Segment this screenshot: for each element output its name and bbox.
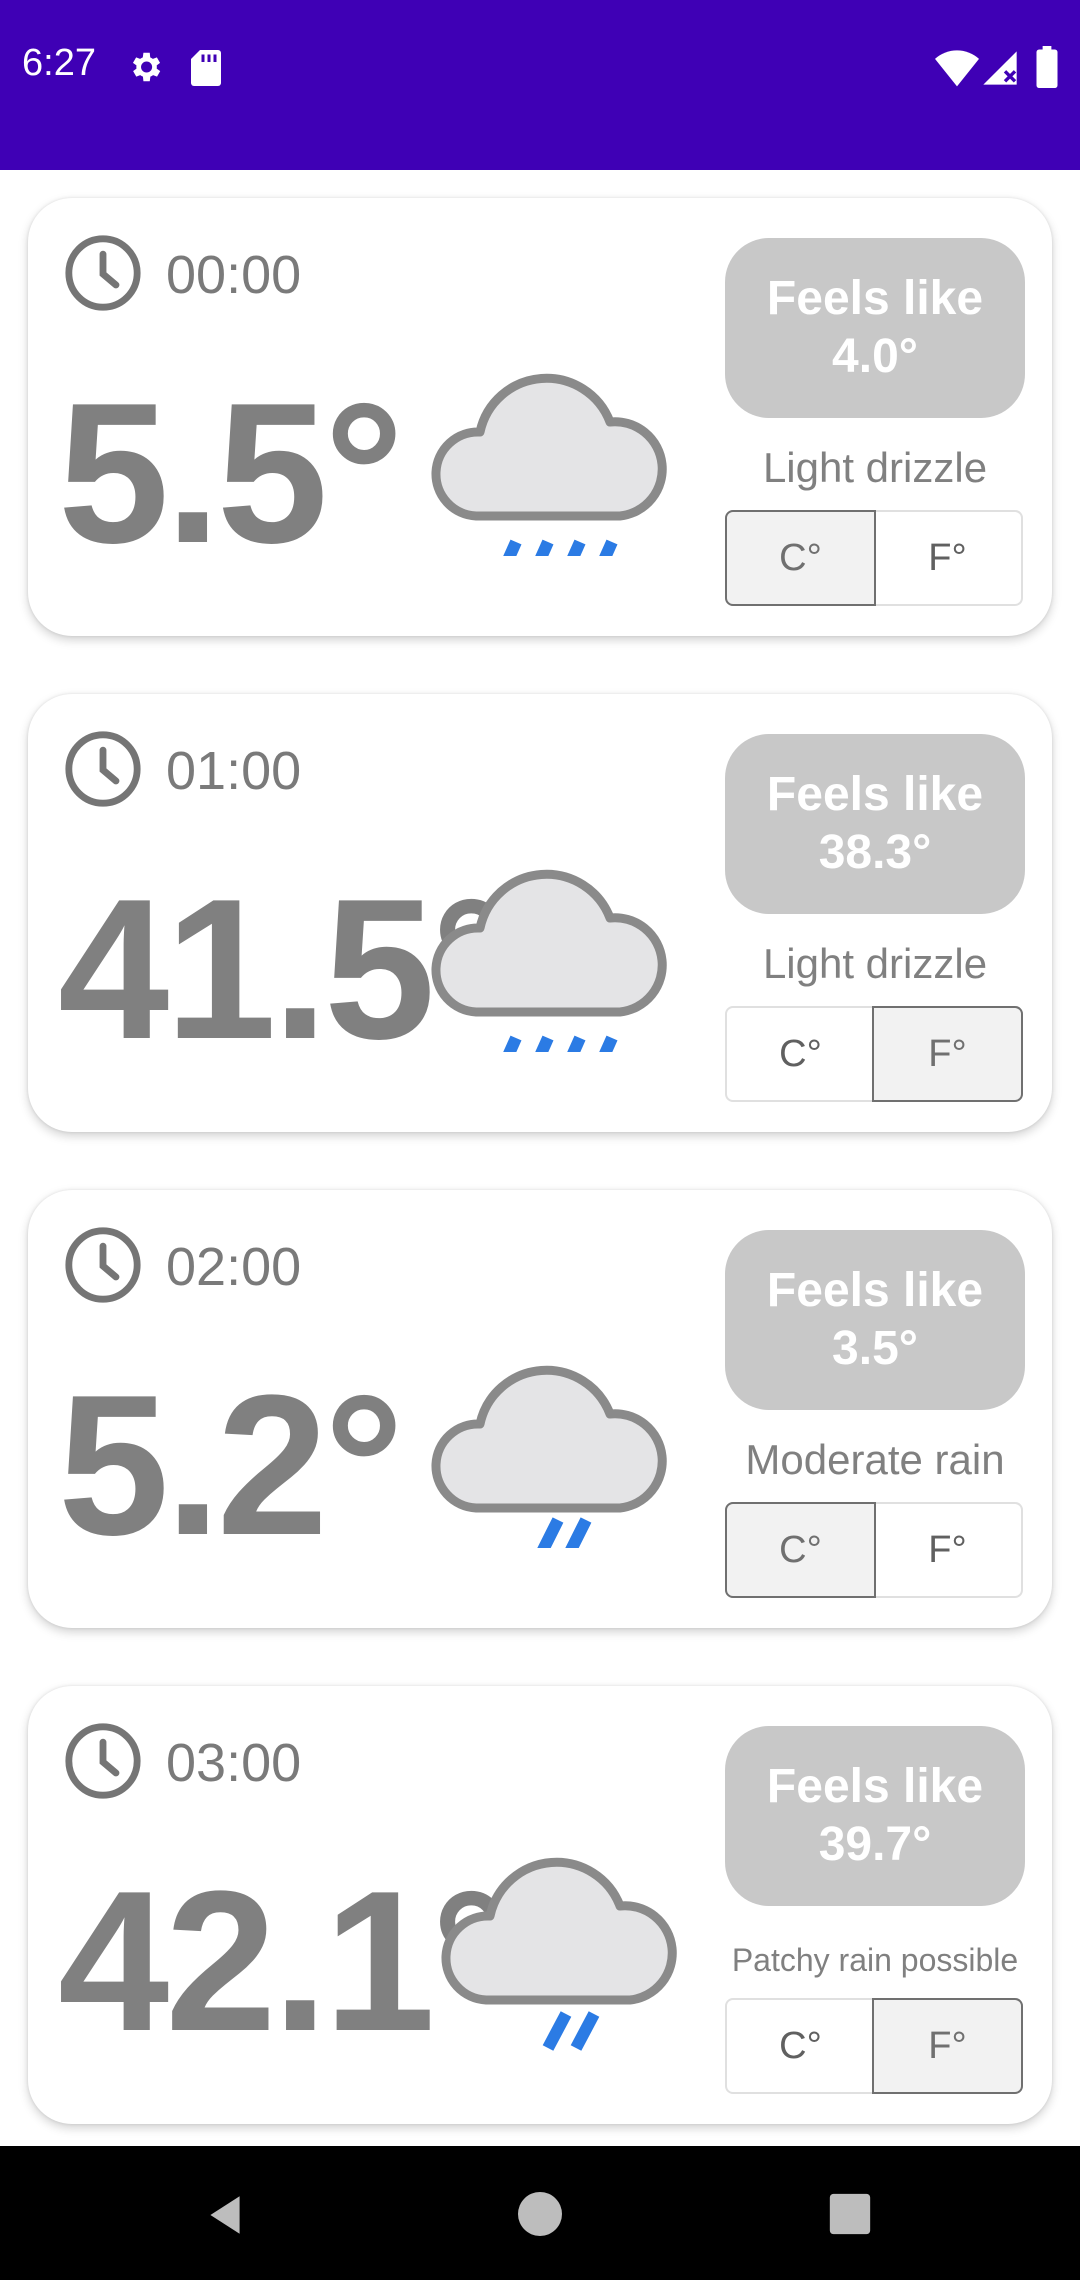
clock-icon (65, 731, 141, 807)
status-bar: 6:27 (0, 0, 1080, 170)
unit-toggle[interactable]: C° F° (725, 510, 1023, 606)
temperature: 5.2° (58, 1354, 404, 1577)
celsius-button[interactable]: C° (725, 510, 876, 606)
hour-card[interactable]: 01:00 41.5° Feels like 38.3° Light drizz… (28, 694, 1052, 1132)
feels-like-value: 38.3° (818, 826, 932, 879)
unit-toggle[interactable]: C° F° (725, 1502, 1023, 1598)
signal-icon (983, 51, 1017, 85)
unit-toggle[interactable]: C° F° (725, 1998, 1023, 2094)
condition-text: Light drizzle (762, 940, 988, 987)
condition-text: Light drizzle (762, 444, 988, 491)
gear-icon (132, 52, 161, 82)
feels-like-pill: Feels like 39.7° (725, 1726, 1025, 1906)
celsius-button[interactable]: C° (727, 1008, 874, 1100)
night-rain-cloud-icon (441, 1798, 677, 2051)
clock-icon (65, 1723, 141, 1799)
feels-like-value: 4.0° (832, 330, 918, 383)
feels-like-label: Feels like (766, 1760, 984, 1813)
hour-time: 01:00 (166, 741, 302, 801)
fahrenheit-button[interactable]: F° (872, 1998, 1023, 2094)
hour-card[interactable]: 03:00 42.1° Feels like 39.7° Patchy rain… (28, 1686, 1052, 2124)
feels-like-pill: Feels like 38.3° (725, 734, 1025, 914)
feels-like-label: Feels like (766, 1264, 984, 1317)
back-icon[interactable] (200, 2190, 250, 2240)
temperature: 5.5° (58, 362, 404, 585)
hour-time: 02:00 (166, 1237, 302, 1297)
fahrenheit-button[interactable]: F° (874, 512, 1021, 604)
unit-toggle[interactable]: C° F° (725, 1006, 1023, 1102)
hour-time: 03:00 (166, 1733, 302, 1793)
light-rain-cloud-icon (431, 373, 667, 556)
light-rain-cloud-icon (431, 869, 667, 1052)
feels-like-value: 3.5° (832, 1322, 918, 1375)
hourly-forecast-list[interactable]: 00:00 5.5° Feels like 4.0° Light drizzle… (0, 170, 1080, 2146)
fahrenheit-button[interactable]: F° (874, 1504, 1021, 1596)
feels-like-value: 39.7° (818, 1818, 932, 1871)
battery-icon (1036, 46, 1058, 88)
hour-card[interactable]: 02:00 5.2° Feels like 3.5° Moderate rain… (28, 1190, 1052, 1628)
hour-time: 00:00 (166, 245, 302, 305)
recents-icon[interactable] (828, 2192, 872, 2236)
navigation-bar (0, 2146, 1080, 2280)
clock-icon (65, 235, 141, 311)
status-time: 6:27 (22, 42, 96, 84)
home-icon[interactable] (516, 2190, 564, 2238)
sd-card-icon (191, 50, 221, 86)
feels-like-pill: Feels like 4.0° (725, 238, 1025, 418)
condition-text: Moderate rain (745, 1436, 1005, 1483)
hour-card[interactable]: 00:00 5.5° Feels like 4.0° Light drizzle… (28, 198, 1052, 636)
condition-text: Patchy rain possible (731, 1942, 1019, 1978)
celsius-button[interactable]: C° (727, 2000, 874, 2092)
feels-like-label: Feels like (766, 272, 984, 325)
fahrenheit-button[interactable]: F° (872, 1006, 1023, 1102)
rain-cloud-icon (431, 1365, 667, 1548)
feels-like-label: Feels like (766, 768, 984, 821)
wifi-icon (935, 50, 979, 87)
clock-icon (65, 1227, 141, 1303)
feels-like-pill: Feels like 3.5° (725, 1230, 1025, 1410)
celsius-button[interactable]: C° (725, 1502, 876, 1598)
